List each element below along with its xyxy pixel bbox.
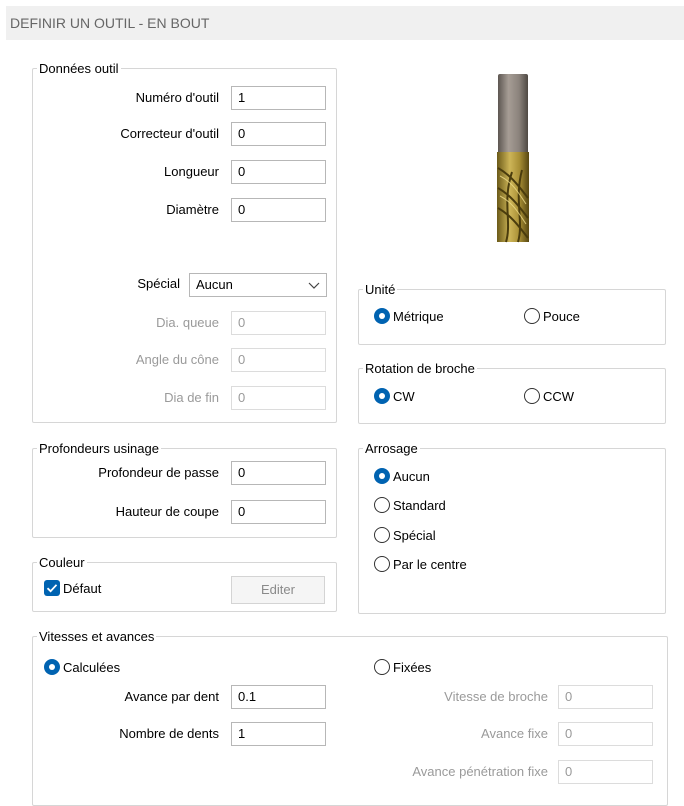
radio-selected-icon [374,388,390,404]
end-dia-label: Dia de fin [164,390,219,405]
coolant-through-center-radio[interactable]: Par le centre [374,554,467,574]
speeds-calculated-radio[interactable]: Calculées [44,657,120,677]
radio-selected-icon [374,468,390,484]
coolant-none-label: Aucun [393,468,430,484]
fixed-feed-input[interactable]: 0 [558,722,653,746]
edit-color-button[interactable]: Editer [231,576,325,604]
cone-angle-input[interactable]: 0 [231,348,326,372]
end-mill-tool-image [497,74,529,243]
unit-metric-label: Métrique [393,308,444,324]
spindle-cw-label: CW [393,388,415,404]
color-legend: Couleur [37,555,87,570]
default-color-checkbox[interactable]: Défaut [44,578,101,598]
spindle-ccw-label: CCW [543,388,575,404]
coolant-none-radio[interactable]: Aucun [374,466,430,486]
feed-per-tooth-label: Avance par dent [124,689,219,704]
tail-dia-label: Dia. queue [156,315,219,330]
length-label: Longueur [164,164,219,179]
diameter-label: Diamètre [166,202,219,217]
radio-selected-icon [374,308,390,324]
radio-selected-icon [44,659,60,675]
speeds-legend: Vitesses et avances [37,629,157,644]
diameter-input[interactable]: 0 [231,198,326,222]
radio-unselected-icon [374,527,390,543]
checkmark-icon [44,580,60,596]
spindle-cw-radio[interactable]: CW [374,386,415,406]
coolant-legend: Arrosage [363,441,420,456]
cut-height-input[interactable]: 0 [231,500,326,524]
length-input[interactable]: 0 [231,160,326,184]
num-teeth-label: Nombre de dents [119,726,219,741]
plunge-feed-input[interactable]: 0 [558,760,653,784]
default-color-label: Défaut [63,580,102,596]
pass-depth-label: Profondeur de passe [98,465,219,480]
radio-unselected-icon [374,497,390,513]
radio-unselected-icon [374,556,390,572]
spindle-ccw-radio[interactable]: CCW [524,386,574,406]
spindle-legend: Rotation de broche [363,361,477,376]
unit-inch-radio[interactable]: Pouce [524,306,580,326]
fixed-feed-label: Avance fixe [481,726,548,741]
dialog-title: DEFINIR UN OUTIL - EN BOUT [6,6,684,40]
tool-corrector-label: Correcteur d'outil [120,126,219,141]
radio-unselected-icon [524,388,540,404]
special-select-value: Aucun [196,277,233,292]
unit-inch-label: Pouce [543,308,580,324]
coolant-standard-label: Standard [393,497,446,513]
tool-corrector-input[interactable]: 0 [231,122,326,146]
speeds-calculated-label: Calculées [63,659,121,675]
special-label: Spécial [137,276,180,291]
coolant-standard-radio[interactable]: Standard [374,495,446,515]
coolant-through-center-label: Par le centre [393,556,467,572]
unit-metric-radio[interactable]: Métrique [374,306,444,326]
speeds-fixed-label: Fixées [393,659,432,675]
unit-legend: Unité [363,282,398,297]
num-teeth-input[interactable]: 1 [231,722,326,746]
spindle-speed-input[interactable]: 0 [558,685,653,709]
cone-angle-label: Angle du cône [135,352,219,367]
depths-legend: Profondeurs usinage [37,441,161,456]
spindle-speed-label: Vitesse de broche [444,689,548,704]
tool-data-legend: Données outil [37,61,121,76]
tail-dia-input[interactable]: 0 [231,311,326,335]
plunge-feed-label: Avance pénétration fixe [412,764,548,779]
chevron-down-icon [308,282,320,289]
radio-unselected-icon [374,659,390,675]
cut-height-label: Hauteur de coupe [115,504,219,519]
pass-depth-input[interactable]: 0 [231,461,326,485]
tool-number-input[interactable]: 1 [231,86,326,110]
tool-number-label: Numéro d'outil [135,90,219,105]
end-dia-input[interactable]: 0 [231,386,326,410]
coolant-special-radio[interactable]: Spécial [374,525,436,545]
feed-per-tooth-input[interactable]: 0.1 [231,685,326,709]
speeds-fixed-radio[interactable]: Fixées [374,657,431,677]
coolant-special-label: Spécial [393,527,436,543]
special-select[interactable]: Aucun [189,273,327,297]
radio-unselected-icon [524,308,540,324]
